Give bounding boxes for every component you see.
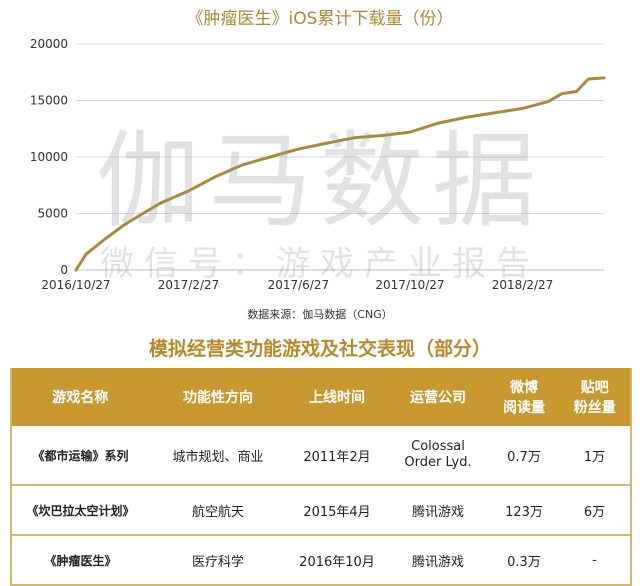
header-game-name: 游戏名称: [10, 368, 150, 426]
series-line: [74, 76, 606, 272]
x-tick-label: 2017/6/27: [268, 278, 330, 292]
cell-tieba: 6万: [559, 485, 631, 536]
header-tieba: 贴吧 粉丝量: [558, 368, 632, 426]
cell-launch: 2015年4月: [287, 485, 387, 536]
x-tick-label: 2018/2/27: [492, 278, 554, 292]
data-source: 数据来源：伽马数据（CNG）: [247, 308, 393, 321]
y-tick-label: 20000: [30, 37, 68, 51]
header-weibo: 微博 阅读量: [488, 368, 560, 426]
y-tick-label: 0: [60, 263, 68, 277]
table-row: 《肿瘤医生》 医疗科学 2016年10月 腾讯游戏 0.3万 -: [11, 535, 631, 586]
table-row: 《都市运输》系列 城市规划、商业 2011年2月 Colossal Order …: [11, 425, 631, 486]
cell-weibo: 0.3万: [489, 535, 559, 586]
y-tick-label: 15000: [30, 94, 68, 108]
y-tick-label: 10000: [30, 150, 68, 164]
x-tick-label: 2016/10/27: [41, 278, 110, 292]
cell-function: 航空航天: [149, 485, 287, 536]
chart-title: 《肿瘤医生》iOS累计下载量（份）: [186, 9, 454, 29]
cell-operator: Colossal Order Lyd.: [387, 425, 489, 486]
cell-launch: 2011年2月: [287, 425, 387, 486]
cell-game-name: 《肿瘤医生》: [11, 535, 149, 586]
table-header-row: 游戏名称 功能性方向 上线时间 运营公司 微博 阅读量 贴吧 粉丝量: [10, 368, 632, 426]
cell-tieba: -: [559, 535, 631, 586]
cell-operator: 腾讯游戏: [387, 485, 489, 536]
cell-weibo: 0.7万: [489, 425, 559, 486]
table-title: 模拟经营类功能游戏及社交表现（部分）: [148, 338, 491, 360]
cell-game-name: 《坎巴拉太空计划》: [11, 485, 149, 536]
cell-function: 医疗科学: [149, 535, 287, 586]
cell-operator: 腾讯游戏: [387, 535, 489, 586]
game-table: 游戏名称 功能性方向 上线时间 运营公司 微博 阅读量 贴吧 粉丝量 《都市运输…: [10, 368, 632, 586]
header-operator: 运营公司: [386, 368, 490, 426]
header-launch: 上线时间: [286, 368, 388, 426]
x-tick-label: 2017/10/27: [375, 278, 444, 292]
table-row: 《坎巴拉太空计划》 航空航天 2015年4月 腾讯游戏 123万 6万: [11, 485, 631, 536]
cell-function: 城市规划、商业: [149, 425, 287, 486]
header-function: 功能性方向: [148, 368, 288, 426]
x-tick-label: 2017/2/27: [158, 278, 220, 292]
y-tick-label: 5000: [37, 207, 68, 221]
cell-launch: 2016年10月: [287, 535, 387, 586]
download-line-chart: 0 5000 10000 15000 20000 2016/10/27 2017/2/27 2…: [30, 37, 606, 292]
cell-game-name: 《都市运输》系列: [11, 425, 149, 486]
cell-tieba: 1万: [559, 425, 631, 486]
cell-weibo: 123万: [489, 485, 559, 536]
